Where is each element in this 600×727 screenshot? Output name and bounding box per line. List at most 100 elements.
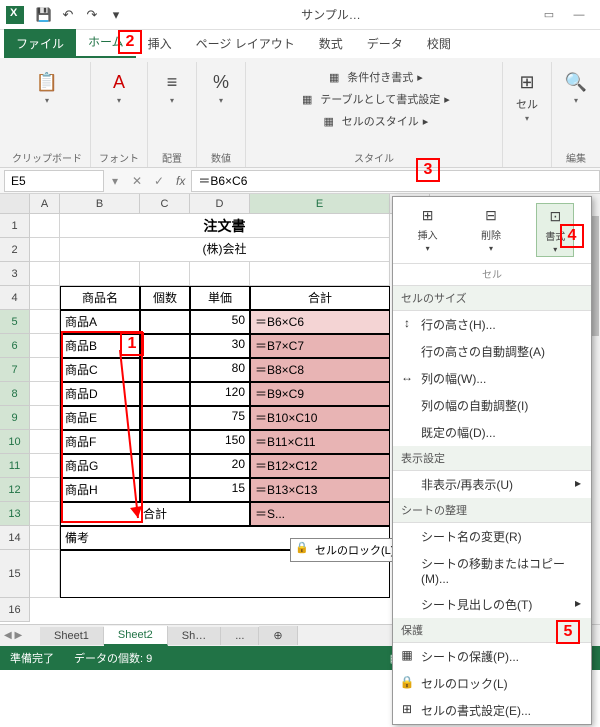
product-qty[interactable] — [140, 454, 190, 478]
product-price[interactable]: 80 — [190, 358, 250, 382]
product-formula[interactable]: ＝B12×C12 — [250, 454, 390, 478]
col-header[interactable]: D — [190, 194, 250, 213]
product-name[interactable]: 商品G — [60, 454, 140, 478]
format-cells-button[interactable]: ⊡書式▾ — [536, 203, 574, 257]
tab-color-item[interactable]: シート見出しの色(T) ▸ — [393, 591, 591, 618]
product-qty[interactable] — [140, 310, 190, 334]
cancel-icon[interactable]: ✕ — [126, 174, 148, 188]
product-price[interactable]: 75 — [190, 406, 250, 430]
row-header[interactable]: 4 — [0, 286, 30, 310]
row-header[interactable]: 2 — [0, 238, 30, 262]
col-width-item[interactable]: ↔列の幅(W)... — [393, 365, 591, 392]
product-qty[interactable] — [140, 406, 190, 430]
product-qty[interactable] — [140, 334, 190, 358]
format-cells-dialog-item[interactable]: ⊞セルの書式設定(E)... — [393, 697, 591, 724]
select-all-corner[interactable] — [0, 194, 30, 213]
row-header[interactable]: 3 — [0, 262, 30, 286]
number-button[interactable]: % ▾ — [205, 66, 237, 109]
tab-page-layout[interactable]: ページ レイアウト — [184, 29, 307, 58]
row-header[interactable]: 13 — [0, 502, 30, 526]
move-copy-item[interactable]: シートの移動またはコピー(M)... — [393, 550, 591, 591]
protect-sheet-item[interactable]: ▦シートの保護(P)... — [393, 643, 591, 670]
tab-data[interactable]: データ — [355, 29, 415, 58]
delete-cells-button[interactable]: ⊟削除▾ — [473, 203, 509, 257]
conditional-formatting[interactable]: ▦条件付き書式 ▸ — [325, 66, 423, 88]
enter-icon[interactable]: ✓ — [148, 174, 170, 188]
product-qty[interactable] — [140, 478, 190, 502]
sheet-tab-overflow[interactable]: ... — [221, 627, 259, 645]
product-formula[interactable]: ＝B10×C10 — [250, 406, 390, 430]
rename-sheet-item[interactable]: シート名の変更(R) — [393, 523, 591, 550]
col-header[interactable]: B — [60, 194, 140, 213]
product-price[interactable]: 150 — [190, 430, 250, 454]
formula-input[interactable] — [191, 170, 600, 192]
col-header[interactable]: C — [140, 194, 190, 213]
product-price[interactable]: 15 — [190, 478, 250, 502]
row-header[interactable]: 7 — [0, 358, 30, 382]
undo-button[interactable]: ↶ — [56, 3, 80, 27]
product-formula[interactable]: ＝B13×C13 — [250, 478, 390, 502]
product-price[interactable]: 120 — [190, 382, 250, 406]
hide-unhide-item[interactable]: 非表示/再表示(U) ▸ — [393, 471, 591, 498]
col-autofit-item[interactable]: 列の幅の自動調整(I) — [393, 392, 591, 419]
new-sheet-button[interactable]: ⊕ — [259, 626, 297, 645]
row-header[interactable]: 12 — [0, 478, 30, 502]
product-name[interactable]: 商品H — [60, 478, 140, 502]
subtotal-cell[interactable]: ＝S... — [250, 502, 390, 526]
ribbon-options[interactable]: ▭ — [534, 3, 564, 27]
col-header[interactable]: A — [30, 194, 60, 213]
product-price[interactable]: 20 — [190, 454, 250, 478]
format-as-table[interactable]: ▦テーブルとして書式設定 ▸ — [298, 88, 450, 110]
default-width-item[interactable]: 既定の幅(D)... — [393, 419, 591, 446]
product-formula[interactable]: ＝B9×C9 — [250, 382, 390, 406]
product-price[interactable]: 50 — [190, 310, 250, 334]
row-header[interactable]: 15 — [0, 550, 30, 598]
product-name[interactable]: 商品C — [60, 358, 140, 382]
product-formula[interactable]: ＝B7×C7 — [250, 334, 390, 358]
row-header[interactable]: 9 — [0, 406, 30, 430]
row-header[interactable]: 10 — [0, 430, 30, 454]
row-header[interactable]: 5 — [0, 310, 30, 334]
product-formula[interactable]: ＝B11×C11 — [250, 430, 390, 454]
insert-cells-button[interactable]: ⊞挿入▾ — [410, 203, 446, 257]
minimize-button[interactable]: — — [564, 3, 594, 27]
product-name[interactable]: 商品F — [60, 430, 140, 454]
col-header[interactable]: E — [250, 194, 390, 213]
row-autofit-item[interactable]: 行の高さの自動調整(A) — [393, 338, 591, 365]
product-name[interactable]: 商品E — [60, 406, 140, 430]
fx-icon[interactable]: fx — [170, 174, 191, 188]
row-height-item[interactable]: ↕行の高さ(H)... — [393, 311, 591, 338]
product-name[interactable]: 商品B — [60, 334, 140, 358]
tab-formulas[interactable]: 数式 — [307, 29, 355, 58]
save-button[interactable]: 💾 — [32, 3, 56, 27]
redo-button[interactable]: ↷ — [80, 3, 104, 27]
row-header[interactable]: 6 — [0, 334, 30, 358]
product-qty[interactable] — [140, 358, 190, 382]
product-price[interactable]: 30 — [190, 334, 250, 358]
tab-home[interactable]: ホーム — [76, 27, 136, 58]
product-formula[interactable]: ＝B8×C8 — [250, 358, 390, 382]
find-button[interactable]: 🔍 ▾ — [560, 66, 592, 109]
sheet-tab[interactable]: Sheet2 — [104, 626, 168, 646]
font-button[interactable]: A ▾ — [103, 66, 135, 109]
context-tooltip[interactable]: 🔒 セルのロック(L) — [290, 538, 403, 562]
tab-insert[interactable]: 挿入 — [136, 29, 184, 58]
paste-button[interactable]: 📋 ▾ — [31, 66, 63, 109]
cell-styles[interactable]: ▦セルのスタイル ▸ — [320, 110, 429, 132]
tab-review[interactable]: 校閲 — [415, 29, 463, 58]
tab-file[interactable]: ファイル — [4, 29, 76, 58]
product-name[interactable]: 商品A — [60, 310, 140, 334]
sheet-tab[interactable]: Sh… — [168, 627, 221, 645]
product-qty[interactable] — [140, 382, 190, 406]
row-header[interactable]: 16 — [0, 598, 30, 622]
name-box[interactable] — [4, 170, 104, 192]
cells-button[interactable]: ⊞ セル ▾ — [511, 66, 543, 127]
namebox-dropdown[interactable]: ▾ — [104, 174, 126, 188]
row-header[interactable]: 1 — [0, 214, 30, 238]
align-button[interactable]: ≡ ▾ — [156, 66, 188, 109]
row-header[interactable]: 11 — [0, 454, 30, 478]
sheet-nav[interactable]: ◀ ▶ — [4, 630, 22, 641]
product-qty[interactable] — [140, 430, 190, 454]
product-name[interactable]: 商品D — [60, 382, 140, 406]
qat-customize[interactable]: ▾ — [104, 3, 128, 27]
